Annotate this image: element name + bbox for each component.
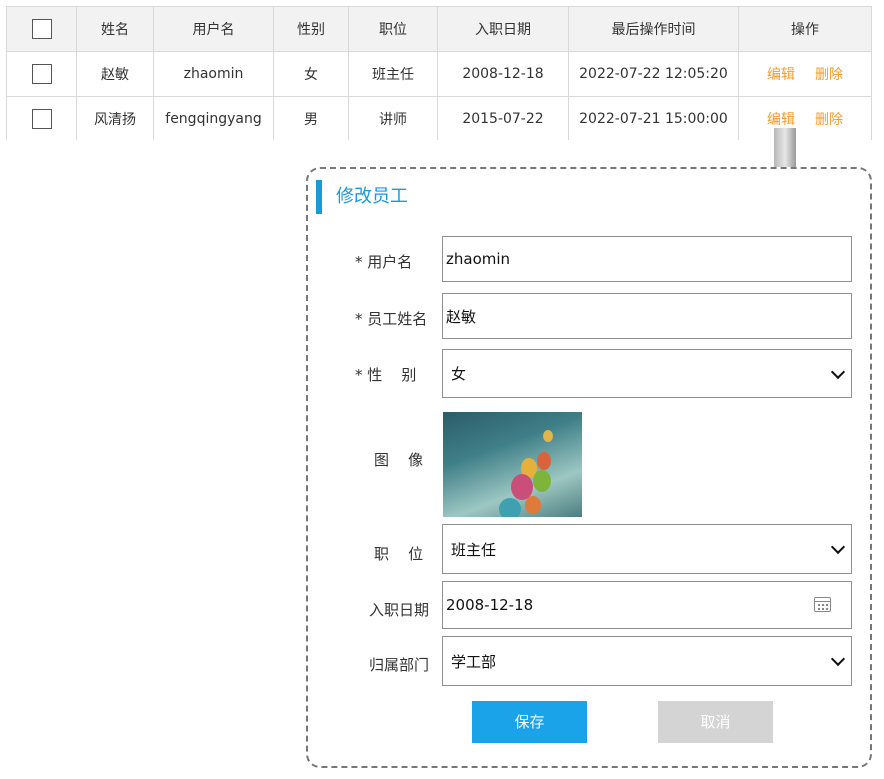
cell-name: 赵敏: [76, 51, 154, 97]
cell-name: 风清扬: [76, 96, 154, 142]
header-username: 用户名: [153, 6, 274, 52]
chevron-down-icon: [830, 651, 846, 667]
hire-date-label: 入职日期: [369, 601, 430, 619]
cell-hire-date: 2008-12-18: [437, 51, 569, 97]
cell-actions: 编辑 删除: [738, 51, 872, 97]
gender-select[interactable]: 女: [442, 349, 852, 398]
employee-table: 姓名 用户名 性别 职位 入职日期 最后操作时间 操作 赵敏 zhaomin 女…: [6, 6, 872, 142]
balloon-shape: [499, 498, 521, 517]
realname-input[interactable]: 赵敏: [442, 293, 852, 339]
dialog-title: 修改员工: [316, 180, 408, 214]
edit-link[interactable]: 编辑: [767, 112, 795, 128]
cell-username: fengqingyang: [153, 96, 274, 142]
username-label: * 用户名: [355, 253, 413, 271]
delete-link[interactable]: 删除: [815, 67, 843, 83]
balloon-shape: [533, 470, 551, 492]
header-last-op: 最后操作时间: [568, 6, 739, 52]
dept-label: 归属部门: [369, 656, 430, 674]
realname-label: * 员工姓名: [355, 310, 428, 328]
dept-value: 学工部: [451, 652, 497, 671]
realname-value: 赵敏: [446, 307, 477, 326]
select-all-checkbox-icon[interactable]: [31, 19, 52, 39]
cell-position: 班主任: [348, 51, 438, 97]
table-row: 赵敏 zhaomin 女 班主任 2008-12-18 2022-07-22 1…: [6, 51, 872, 97]
cell-last-op: 2022-07-22 12:05:20: [568, 51, 739, 97]
edit-link[interactable]: 编辑: [767, 67, 795, 83]
position-value: 班主任: [451, 540, 497, 559]
save-button[interactable]: 保存: [472, 701, 587, 743]
gender-label: * 性 别: [355, 366, 417, 384]
image-label: 图 像: [374, 451, 424, 469]
dept-select[interactable]: 学工部: [442, 636, 852, 686]
cancel-button[interactable]: 取消: [658, 701, 773, 743]
balloon-shape: [537, 452, 551, 470]
header-position: 职位: [348, 6, 438, 52]
header-gender: 性别: [273, 6, 349, 52]
delete-link[interactable]: 删除: [815, 112, 843, 128]
hire-date-value: 2008-12-18: [446, 596, 534, 614]
username-input[interactable]: zhaomin: [442, 236, 852, 282]
employee-photo[interactable]: [443, 412, 582, 517]
cell-last-op: 2022-07-21 15:00:00: [568, 96, 739, 142]
hire-date-input[interactable]: 2008-12-18: [442, 581, 852, 629]
header-hire-date: 入职日期: [437, 6, 569, 52]
position-label: 职 位: [374, 545, 424, 563]
row-select-cell[interactable]: [6, 51, 77, 97]
balloon-shape: [543, 430, 553, 442]
select-all-cell[interactable]: [6, 6, 77, 52]
table-header-row: 姓名 用户名 性别 职位 入职日期 最后操作时间 操作: [6, 6, 872, 52]
row-checkbox-icon[interactable]: [31, 109, 52, 129]
gender-value: 女: [451, 365, 467, 383]
chevron-down-icon: [830, 364, 846, 379]
table-row: 风清扬 fengqingyang 男 讲师 2015-07-22 2022-07…: [6, 96, 872, 142]
cell-username: zhaomin: [153, 51, 274, 97]
cell-gender: 女: [273, 51, 349, 97]
header-actions: 操作: [738, 6, 872, 52]
row-select-cell[interactable]: [6, 96, 77, 142]
username-value: zhaomin: [446, 250, 511, 268]
balloon-shape: [525, 496, 541, 514]
cell-position: 讲师: [348, 96, 438, 142]
cell-hire-date: 2015-07-22: [437, 96, 569, 142]
calendar-icon[interactable]: [814, 597, 831, 612]
cell-gender: 男: [273, 96, 349, 142]
edit-employee-dialog: 修改员工 * 用户名 zhaomin * 员工姓名 赵敏 * 性 别 女 图 像…: [306, 167, 872, 768]
table-cutoff: [0, 140, 884, 144]
header-name: 姓名: [76, 6, 154, 52]
position-select[interactable]: 班主任: [442, 524, 852, 574]
chevron-down-icon: [830, 539, 846, 555]
row-checkbox-icon[interactable]: [31, 64, 52, 84]
